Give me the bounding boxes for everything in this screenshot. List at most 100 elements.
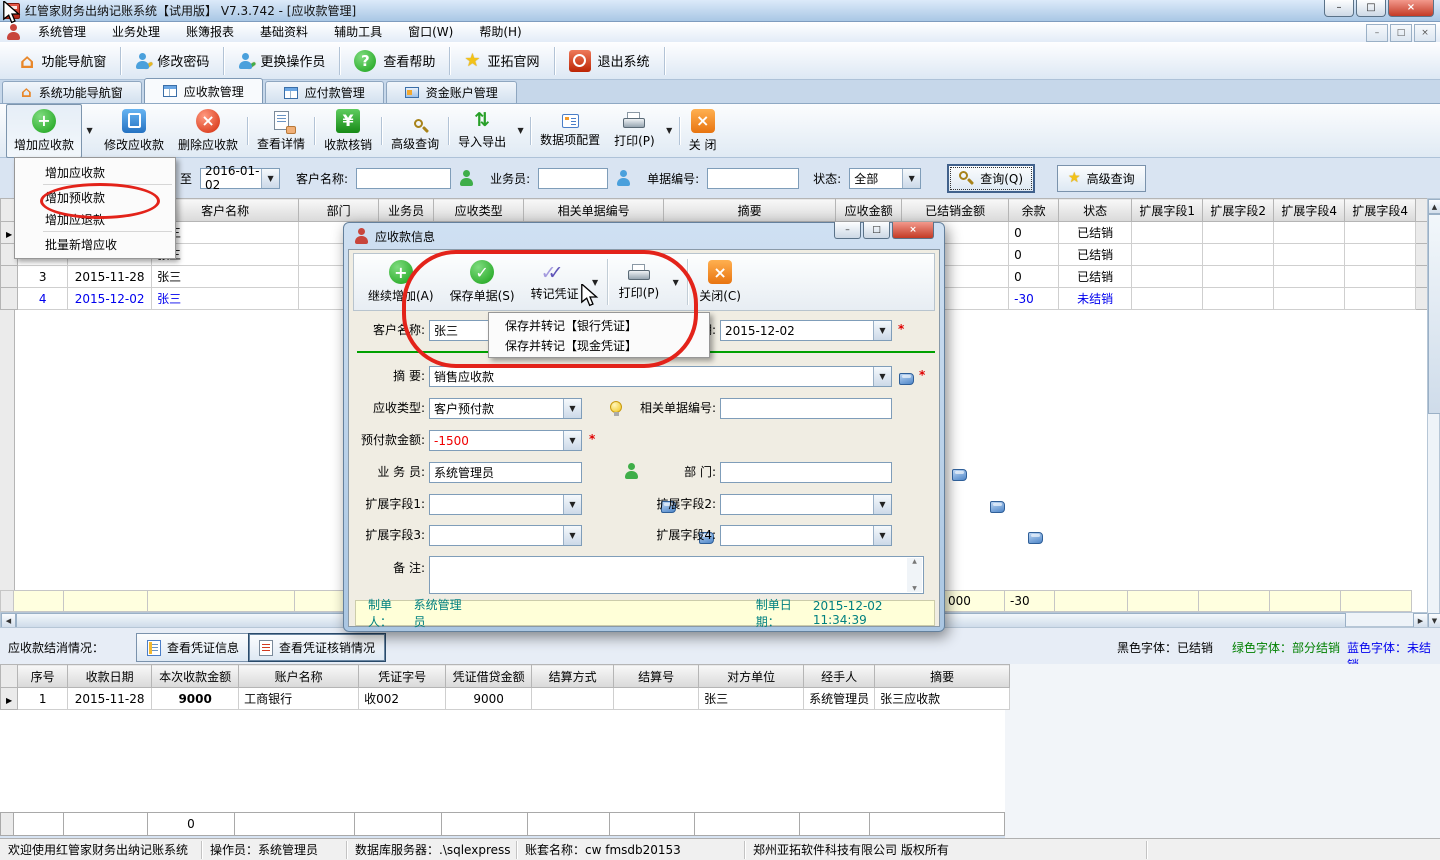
restore-button[interactable]: □ bbox=[1356, 0, 1386, 17]
table-row[interactable]: ▶ 1 2015-11-28 9000 工商银行 收002 9000 张三 系统… bbox=[1, 688, 1010, 710]
chevron-down-icon[interactable]: ▼ bbox=[261, 169, 279, 188]
status-select[interactable]: 全部 ▼ bbox=[849, 168, 921, 189]
add-receivable-button[interactable]: + 增加应收款 bbox=[6, 104, 82, 158]
change-password-button[interactable]: 修改密码 bbox=[123, 45, 221, 77]
menu-window[interactable]: 窗口(W) bbox=[395, 22, 466, 42]
summary-combo[interactable]: 销售应收款 ▼ bbox=[429, 366, 892, 387]
import-export-dropdown[interactable]: ▼ bbox=[513, 107, 528, 155]
tab-receivables[interactable]: 应收款管理 bbox=[144, 78, 263, 103]
chevron-down-icon[interactable]: ▼ bbox=[563, 431, 581, 450]
menu-item-batch-add[interactable]: 批量新增应收 bbox=[15, 233, 175, 255]
chevron-down-icon[interactable]: ▼ bbox=[873, 526, 891, 545]
person-icon[interactable] bbox=[459, 170, 474, 186]
dialog-close-action-button[interactable]: × 关闭(C) bbox=[691, 256, 749, 308]
ext4-select[interactable]: ▼ bbox=[720, 525, 892, 546]
scroll-left-icon[interactable]: ◀ bbox=[1, 613, 16, 628]
tab-payables[interactable]: 应付款管理 bbox=[265, 81, 384, 103]
scroll-up-icon[interactable]: ▲ bbox=[1428, 199, 1440, 214]
department-field[interactable] bbox=[720, 462, 892, 483]
help-button[interactable]: ? 查看帮助 bbox=[342, 45, 447, 77]
modify-receivable-button[interactable]: 修改应收款 bbox=[97, 105, 171, 157]
menu-tools[interactable]: 辅助工具 bbox=[321, 22, 395, 42]
ext1-select[interactable]: ▼ bbox=[429, 494, 582, 515]
view-voucher-button[interactable]: 查看凭证信息 bbox=[136, 633, 250, 662]
menu-system[interactable]: 系统管理 bbox=[25, 22, 99, 42]
dialog-close-button[interactable]: × bbox=[892, 222, 934, 239]
dialog-print-button[interactable]: 打印(P) bbox=[611, 256, 668, 308]
close-tab-button[interactable]: × 关 闭 bbox=[682, 105, 724, 157]
chevron-down-icon[interactable]: ▼ bbox=[873, 495, 891, 514]
menu-help[interactable]: 帮助(H) bbox=[466, 22, 534, 42]
prepay-amount-field[interactable]: -1500 ▼ bbox=[429, 430, 582, 451]
chevron-down-icon[interactable]: ▼ bbox=[563, 526, 581, 545]
view-writeoff-button[interactable]: 查看凭证核销情况 bbox=[248, 633, 386, 662]
exit-button[interactable]: 退出系统 bbox=[557, 45, 662, 77]
note-textarea[interactable]: ▲▼ bbox=[429, 556, 924, 594]
dialog-minimize-button[interactable]: – bbox=[834, 222, 861, 239]
print-dropdown[interactable]: ▼ bbox=[662, 107, 677, 155]
person-icon[interactable] bbox=[616, 170, 631, 186]
empty-area bbox=[1005, 664, 1440, 838]
chevron-down-icon[interactable]: ▼ bbox=[873, 321, 891, 340]
mdi-minimize-button[interactable]: – bbox=[1366, 24, 1388, 42]
scroll-down-icon[interactable]: ▼ bbox=[1428, 613, 1440, 628]
close-button[interactable]: × bbox=[1388, 0, 1434, 17]
menu-item-save-bank-voucher[interactable]: 保存并转记【银行凭证】 bbox=[489, 315, 709, 335]
add-receivable-dropdown[interactable]: ▼ bbox=[82, 107, 97, 155]
minimize-button[interactable]: – bbox=[1324, 0, 1354, 17]
type-select[interactable]: 客户预付款 ▼ bbox=[429, 398, 582, 419]
receipt-writeoff-button[interactable]: ¥ 收款核销 bbox=[317, 105, 379, 157]
menu-business[interactable]: 业务处理 bbox=[99, 22, 173, 42]
advanced-query-button[interactable]: 高级查询 bbox=[384, 105, 446, 157]
chevron-down-icon[interactable]: ▼ bbox=[563, 399, 581, 418]
tab-nav-window[interactable]: ⌂ 系统功能导航窗 bbox=[2, 81, 142, 103]
dialog-print-dropdown[interactable]: ▼ bbox=[667, 256, 684, 308]
receivables-header-row: 客户名称部门 业务员应收类型 相关单据编号摘要 应收金额已结销金额 余款状态 扩… bbox=[1, 199, 1431, 222]
ext2-select[interactable]: ▼ bbox=[720, 494, 892, 515]
docno-input[interactable] bbox=[707, 168, 799, 189]
card-icon bbox=[405, 87, 419, 98]
menu-reports[interactable]: 账簿报表 bbox=[173, 22, 247, 42]
switch-operator-button[interactable]: 更换操作员 bbox=[226, 45, 337, 77]
customer-input[interactable] bbox=[356, 168, 451, 189]
book-lookup-icon[interactable] bbox=[990, 501, 1005, 513]
tab-fund-accounts[interactable]: 资金账户管理 bbox=[386, 81, 517, 103]
mdi-close-button[interactable]: × bbox=[1414, 24, 1436, 42]
chevron-down-icon[interactable]: ▼ bbox=[873, 367, 891, 386]
dialog-maximize-button[interactable]: □ bbox=[863, 222, 890, 239]
chevron-down-icon[interactable]: ▼ bbox=[902, 169, 920, 188]
date-to-picker[interactable]: 2016-01-02 ▼ bbox=[200, 168, 280, 189]
menu-item-save-cash-voucher[interactable]: 保存并转记【现金凭证】 bbox=[489, 335, 709, 355]
mdi-restore-button[interactable]: □ bbox=[1390, 24, 1412, 42]
post-voucher-button[interactable]: ✓✓ 转记凭证 bbox=[523, 256, 587, 308]
salesman-input[interactable] bbox=[538, 168, 608, 189]
print-button[interactable]: 打印(P) bbox=[607, 105, 662, 157]
book-lookup-icon[interactable] bbox=[952, 469, 967, 481]
doc-date-picker[interactable]: 2015-12-02 ▼ bbox=[720, 320, 892, 341]
view-detail-button[interactable]: 查看详情 bbox=[250, 105, 312, 157]
website-button[interactable]: ★ 亚拓官网 bbox=[452, 45, 551, 77]
chevron-down-icon[interactable]: ▼ bbox=[563, 495, 581, 514]
menu-item-add-refund[interactable]: 增加应退款 bbox=[15, 208, 175, 230]
save-document-button[interactable]: ✓ 保存单据(S) bbox=[442, 256, 523, 308]
menu-item-add-receivable[interactable]: 增加应收款 bbox=[15, 161, 175, 183]
import-export-button[interactable]: ⇅ 导入导出 bbox=[451, 105, 513, 157]
ext3-select[interactable]: ▼ bbox=[429, 525, 582, 546]
dialog-footer: 制单人： 系统管理员 制单日期： 2015-12-02 11:34:39 bbox=[355, 600, 935, 626]
advanced-query-button2[interactable]: ★ 高级查询 bbox=[1057, 165, 1146, 192]
ref-docno-field[interactable] bbox=[720, 398, 892, 419]
continue-add-button[interactable]: + 继续增加(A) bbox=[360, 256, 442, 308]
vertical-scrollbar[interactable]: ▲ ▼ bbox=[1427, 198, 1440, 627]
query-button[interactable]: 查询(Q) bbox=[947, 164, 1035, 193]
salesman-field[interactable]: 系统管理员 bbox=[429, 462, 582, 483]
scroll-right-icon[interactable]: ▶ bbox=[1413, 613, 1428, 628]
scrollbar-thumb[interactable] bbox=[1428, 214, 1440, 414]
book-lookup-icon[interactable] bbox=[1028, 532, 1043, 544]
menu-item-add-prereceipt[interactable]: 增加预收款 bbox=[15, 186, 175, 208]
nav-window-button[interactable]: ⌂ 功能导航窗 bbox=[8, 45, 118, 77]
menu-basedata[interactable]: 基础资料 bbox=[247, 22, 321, 42]
book-lookup-icon[interactable] bbox=[899, 373, 914, 385]
data-config-button[interactable]: 数据项配置 bbox=[533, 105, 607, 157]
delete-receivable-button[interactable]: × 删除应收款 bbox=[171, 105, 245, 157]
person-icon[interactable] bbox=[624, 463, 639, 479]
